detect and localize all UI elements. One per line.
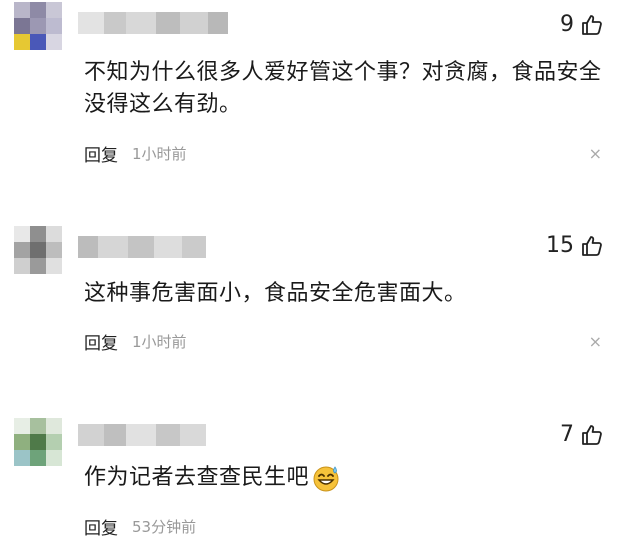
thumbs-up-icon <box>582 235 602 256</box>
reply-button[interactable]: 回复 <box>84 329 118 354</box>
comment-item: 15 这种事危害面小，食品安全危害面大。 回复 1小时前 × <box>0 220 640 380</box>
thumbs-up-icon <box>582 424 602 445</box>
timestamp: 53分钟前 <box>132 518 197 536</box>
username[interactable] <box>78 12 228 34</box>
comment-text: 这种事危害面小，食品安全危害面大。 <box>84 278 467 310</box>
like-button[interactable]: 15 <box>546 233 604 258</box>
username[interactable] <box>78 424 206 446</box>
username[interactable] <box>78 236 206 258</box>
avatar[interactable] <box>14 418 62 466</box>
comment-text: 不知为什么很多人爱好管这个事？对贪腐，食品安全 没得这么有劲。 <box>84 57 602 121</box>
avatar[interactable] <box>14 226 62 274</box>
reply-button[interactable]: 回复 <box>84 141 118 166</box>
comment-text: 作为记者去查查民生吧 <box>84 462 341 494</box>
comment-item: 9 不知为什么很多人爱好管这个事？对贪腐，食品安全 没得这么有劲。 回复 1小时… <box>0 0 640 190</box>
like-count: 7 <box>560 422 574 447</box>
comment-text-line: 不知为什么很多人爱好管这个事？对贪腐，食品安全 <box>84 60 602 85</box>
comment-text-line: 作为记者去查查民生吧 <box>84 465 310 490</box>
comment-meta: 回复 1小时前 <box>84 329 187 354</box>
sweat-smile-emoji-icon <box>313 466 339 492</box>
like-count: 9 <box>560 12 574 37</box>
comment-item: 7 作为记者去查查民生吧 回复 53分钟前 <box>0 410 640 539</box>
thumbs-up-icon <box>582 14 602 35</box>
like-button[interactable]: 9 <box>560 12 604 37</box>
comment-text-line: 这种事危害面小，食品安全危害面大。 <box>84 281 467 306</box>
comment-text-line: 没得这么有劲。 <box>84 92 242 117</box>
timestamp: 1小时前 <box>132 333 187 351</box>
comment-meta: 回复 53分钟前 <box>84 514 196 539</box>
timestamp: 1小时前 <box>132 145 187 163</box>
comment-meta: 回复 1小时前 <box>84 141 187 166</box>
reply-button[interactable]: 回复 <box>84 514 118 539</box>
close-icon[interactable]: × <box>589 146 602 162</box>
like-count: 15 <box>546 233 574 258</box>
close-icon[interactable]: × <box>589 334 602 350</box>
like-button[interactable]: 7 <box>560 422 604 447</box>
avatar[interactable] <box>14 2 62 50</box>
